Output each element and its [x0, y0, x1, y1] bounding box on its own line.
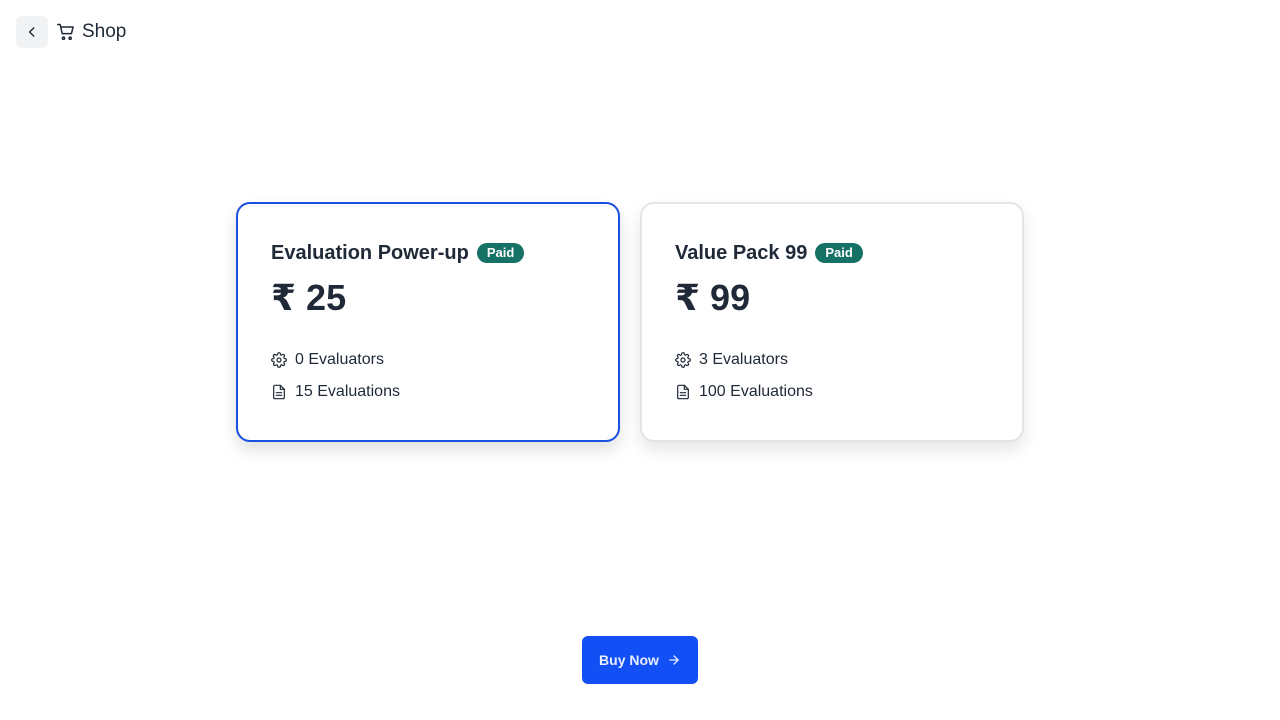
plan-title: Evaluation Power-up: [271, 241, 469, 264]
card-title-row: Value Pack 99 Paid: [675, 240, 990, 266]
feature-item: 100 Evaluations: [675, 376, 990, 408]
buy-now-label: Buy Now: [599, 652, 659, 668]
header: Shop: [16, 16, 126, 48]
gear-icon: [675, 352, 691, 368]
feature-text: 15 Evaluations: [295, 383, 400, 400]
feature-item: 15 Evaluations: [271, 376, 586, 408]
plan-price: ₹ 99: [675, 277, 751, 318]
card-title-row: Evaluation Power-up Paid: [271, 240, 586, 266]
arrow-right-icon: [667, 653, 681, 667]
back-button[interactable]: [16, 16, 48, 48]
feature-item: 0 Evaluators: [271, 344, 586, 376]
shopping-cart-icon: [56, 22, 76, 42]
chevron-left-icon: [25, 25, 39, 39]
feature-text: 0 Evaluators: [295, 351, 384, 368]
paid-badge: Paid: [476, 243, 525, 263]
paid-badge: Paid: [815, 243, 863, 263]
feature-list: 3 Evaluators 100 Evaluations: [675, 344, 990, 408]
feature-list: 0 Evaluators 15 Evaluations: [271, 344, 586, 408]
page-title: Shop: [82, 21, 127, 42]
plan-price: ₹ 25: [271, 277, 347, 318]
document-icon: [271, 384, 287, 400]
plan-card-evaluation-power-up[interactable]: Evaluation Power-up Paid ₹ 25 0 Evaluato…: [236, 202, 620, 442]
document-icon: [675, 384, 691, 400]
plan-title: Value Pack 99: [675, 241, 808, 264]
buy-now-button[interactable]: Buy Now: [582, 636, 698, 684]
feature-text: 100 Evaluations: [699, 383, 813, 400]
plan-card-value-pack-99[interactable]: Value Pack 99 Paid ₹ 99 3 Evaluators 100…: [640, 202, 1024, 442]
feature-item: 3 Evaluators: [675, 344, 990, 376]
feature-text: 3 Evaluators: [699, 351, 788, 368]
gear-icon: [271, 352, 287, 368]
